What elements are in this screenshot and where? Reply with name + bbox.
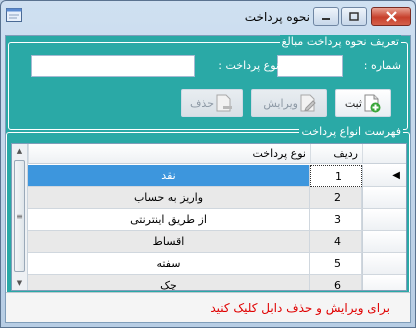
list-group-title: فهرست انواع پرداخت xyxy=(299,125,403,138)
row-number-cell[interactable]: 1 xyxy=(310,165,362,187)
row-header[interactable] xyxy=(362,187,406,209)
table-row[interactable]: سفته 5 xyxy=(28,253,406,275)
row-header[interactable]: ◀ xyxy=(362,165,406,187)
delete-button-label: حذف xyxy=(190,96,214,110)
table-row[interactable]: واریز به حساب 2 xyxy=(28,187,406,209)
vertical-scrollbar[interactable]: ▲ ≡ ▼ xyxy=(12,144,28,290)
add-document-icon xyxy=(364,94,381,113)
payment-method-window: نحوه پرداخت تعریف نحوه پرداخت مبالغ شمار… xyxy=(0,0,416,328)
table-row[interactable]: چک 6 xyxy=(28,275,406,290)
payment-type-cell[interactable]: سفته xyxy=(28,253,310,275)
maximize-button[interactable] xyxy=(341,7,367,26)
row-header[interactable] xyxy=(362,231,406,253)
table-row[interactable]: نقد 1 ◀ xyxy=(28,165,406,187)
column-header-row[interactable]: ردیف xyxy=(310,144,362,164)
window-title: نحوه پرداخت xyxy=(244,10,310,24)
close-button[interactable] xyxy=(371,7,411,26)
payment-types-grid[interactable]: ▲ ≡ ▼ نوع پرداخت ردیف نقد 1 ◀ واریز به حساب… xyxy=(11,143,407,291)
payment-type-label: نوع پرداخت : xyxy=(218,59,279,72)
table-row[interactable]: از طریق اینترنتی 3 xyxy=(28,209,406,231)
payment-type-cell[interactable]: واریز به حساب xyxy=(28,187,310,209)
definition-group-title: تعریف نحوه پرداخت مبالغ xyxy=(279,35,401,48)
save-button[interactable]: ثبت xyxy=(335,89,391,117)
payment-type-cell[interactable]: اقساط xyxy=(28,231,310,253)
definition-group: تعریف نحوه پرداخت مبالغ شماره : نوع پردا… xyxy=(8,35,408,130)
current-row-indicator-icon: ◀ xyxy=(392,170,400,181)
column-header-corner xyxy=(362,144,406,164)
delete-document-icon xyxy=(216,94,232,112)
list-group: فهرست انواع پرداخت ▲ ≡ ▼ نوع پرداخت ردیف… xyxy=(6,125,410,296)
scroll-thumb[interactable]: ≡ xyxy=(14,160,25,272)
number-label: شماره : xyxy=(363,59,401,72)
row-header[interactable] xyxy=(362,253,406,275)
form-icon xyxy=(6,8,22,22)
row-number-cell[interactable]: 6 xyxy=(310,275,362,290)
table-row[interactable]: اقساط 4 xyxy=(28,231,406,253)
edit-icon xyxy=(300,94,316,112)
payment-type-cell[interactable]: نقد xyxy=(28,165,310,187)
save-button-label: ثبت xyxy=(344,96,362,110)
edit-button-label: ویرایش xyxy=(263,96,298,110)
row-number-cell[interactable]: 5 xyxy=(310,253,362,275)
form-body: تعریف نحوه پرداخت مبالغ شماره : نوع پردا… xyxy=(5,35,411,323)
edit-button[interactable]: ویرایش xyxy=(251,89,327,117)
delete-button[interactable]: حذف xyxy=(181,89,243,117)
payment-type-cell[interactable]: از طریق اینترنتی xyxy=(28,209,310,231)
row-number-cell[interactable]: 4 xyxy=(310,231,362,253)
number-input[interactable] xyxy=(277,55,343,77)
scroll-down-icon[interactable]: ▼ xyxy=(12,276,27,290)
payment-type-cell[interactable]: چک xyxy=(28,275,310,290)
payment-type-input[interactable] xyxy=(31,55,195,77)
status-message: برای ویرایش و حذف دابل کلیک کنید xyxy=(210,300,390,315)
title-bar[interactable]: نحوه پرداخت xyxy=(1,1,415,37)
minimize-button[interactable] xyxy=(313,7,339,26)
minimize-icon xyxy=(322,17,330,20)
row-header[interactable] xyxy=(362,275,406,290)
column-header-payment-type[interactable]: نوع پرداخت xyxy=(28,144,310,164)
row-number-cell[interactable]: 3 xyxy=(310,209,362,231)
status-bar: برای ویرایش و حذف دابل کلیک کنید xyxy=(6,292,410,322)
close-icon xyxy=(385,11,397,22)
row-header[interactable] xyxy=(362,209,406,231)
row-number-cell[interactable]: 2 xyxy=(310,187,362,209)
maximize-icon xyxy=(349,12,359,21)
scroll-up-icon[interactable]: ▲ xyxy=(12,144,27,158)
